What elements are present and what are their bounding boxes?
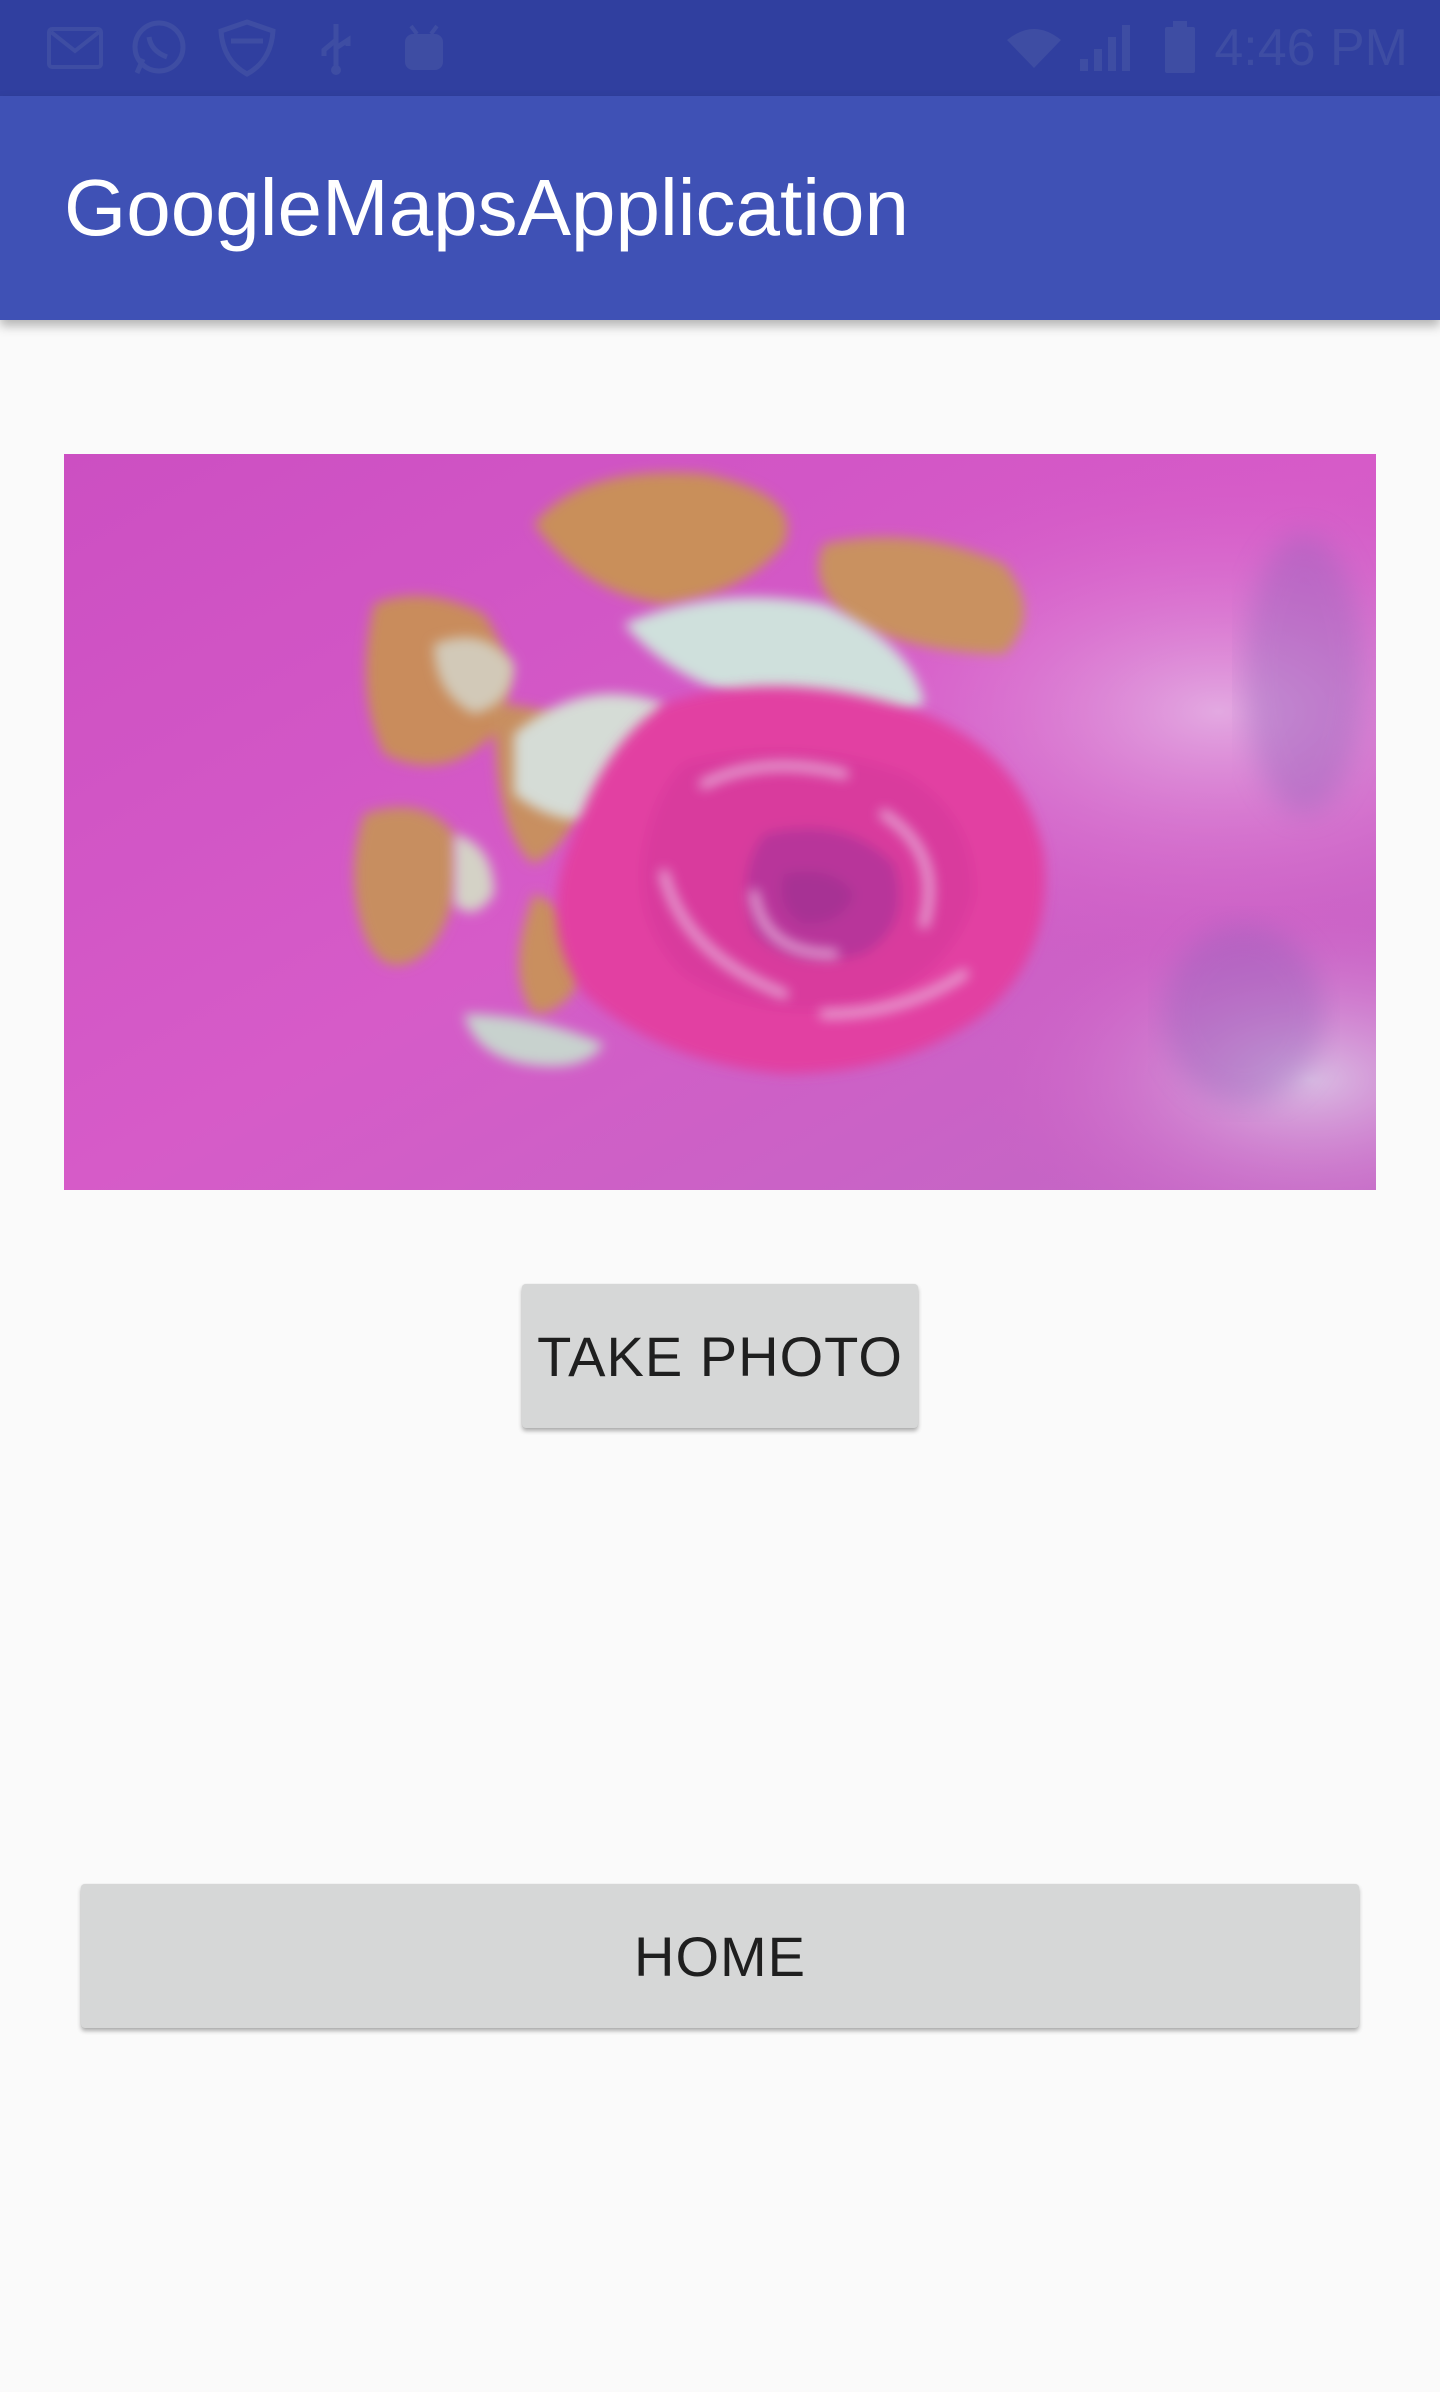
wifi-icon xyxy=(1004,22,1064,74)
home-button[interactable]: HOME xyxy=(81,1884,1359,2028)
take-photo-label: TAKE PHOTO xyxy=(537,1324,903,1388)
photo-preview xyxy=(64,454,1376,1190)
gmail-icon xyxy=(44,22,106,74)
home-label: HOME xyxy=(634,1924,806,1988)
app-bar: GoogleMapsApplication xyxy=(0,96,1440,320)
signal-icon xyxy=(1076,22,1136,74)
android-debug-icon xyxy=(394,22,454,74)
status-bar: 4:46 PM xyxy=(0,0,1440,96)
app-title: GoogleMapsApplication xyxy=(64,163,909,252)
rose-photo xyxy=(64,454,1376,1190)
whatsapp-icon xyxy=(126,20,190,74)
shield-icon xyxy=(214,19,280,77)
usb-icon xyxy=(316,22,356,75)
status-time: 4:46 PM xyxy=(1214,19,1408,77)
take-photo-button[interactable]: TAKE PHOTO xyxy=(522,1284,918,1428)
battery-icon xyxy=(1160,21,1200,74)
